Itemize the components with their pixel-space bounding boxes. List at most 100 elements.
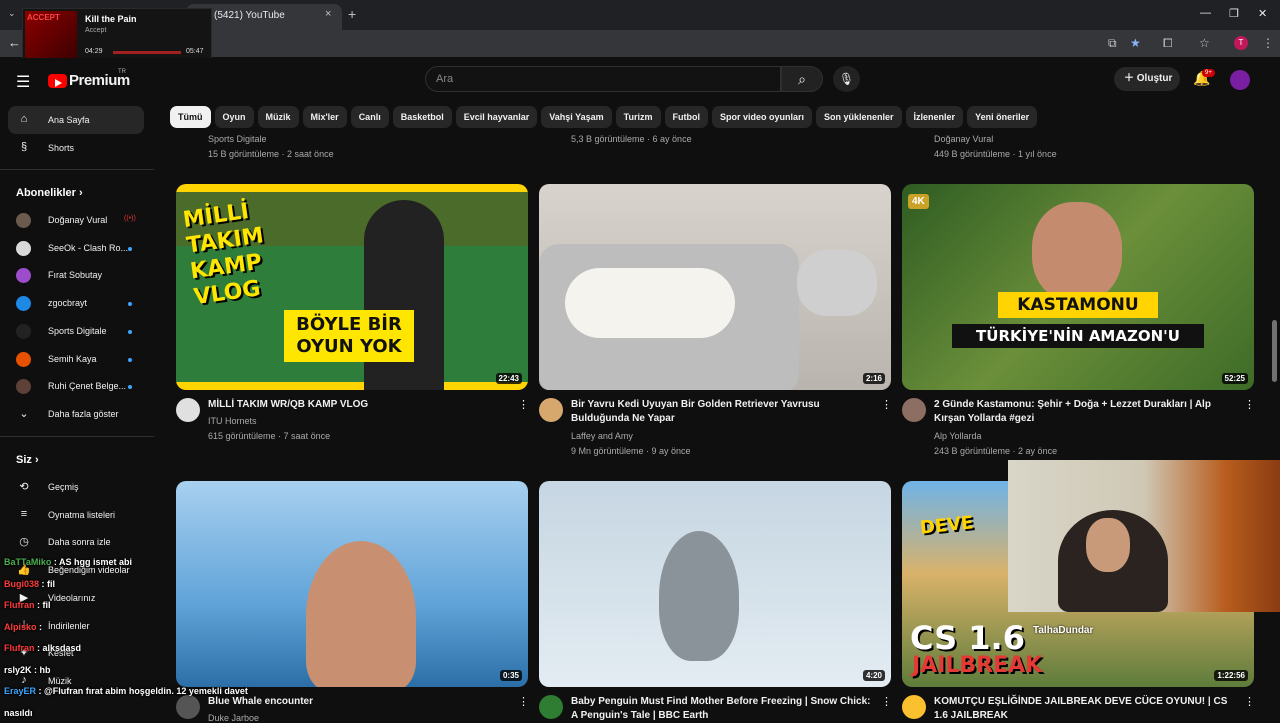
channel-avatar[interactable]: [539, 398, 563, 422]
video-thumbnail[interactable]: 0:35: [176, 481, 528, 687]
channel-avatar: [16, 296, 31, 312]
minimize-icon[interactable]: —: [1200, 7, 1211, 19]
filter-chip[interactable]: Turizm: [615, 106, 661, 128]
restore-icon[interactable]: ❐: [1229, 7, 1239, 20]
video-title[interactable]: 2 Günde Kastamonu: Şehir + Doğa + Lezzet…: [934, 398, 1239, 426]
sidebar-item-label: Ruhi Çenet Belge...: [48, 381, 127, 392]
track-elapsed: 04:29: [85, 48, 103, 55]
thumbnail-person: [1032, 202, 1122, 302]
partial-channel[interactable]: Doğanay Vural: [934, 134, 993, 144]
tab-title: (5421) YouTube: [214, 10, 285, 21]
filter-chip[interactable]: Son yüklenenler: [816, 106, 902, 128]
chat-text: fil: [47, 578, 56, 589]
search-input[interactable]: Ara: [425, 66, 781, 92]
channel-name[interactable]: ITU Hornets: [208, 416, 257, 426]
chat-text: hb: [39, 664, 51, 675]
chat-username: ErayER: [4, 686, 37, 696]
channel-avatar[interactable]: [176, 398, 200, 422]
filter-chip[interactable]: Vahşi Yaşam: [541, 106, 612, 128]
channel-avatar[interactable]: [902, 695, 926, 719]
filter-chip[interactable]: Müzik: [257, 106, 299, 128]
more-options-icon[interactable]: ⋮: [881, 695, 892, 708]
channel-name[interactable]: Alp Yollarda: [934, 431, 982, 441]
video-thumbnail[interactable]: 2:16: [539, 184, 891, 390]
watch-later-icon: ◷: [19, 536, 29, 549]
filter-chip[interactable]: Tümü: [170, 106, 211, 128]
thumbnail-text: BÖYLE BİR OYUN YOK: [284, 310, 414, 362]
thumbnail-text: DEVE: [919, 512, 975, 539]
thumbnail-penguin: [659, 531, 739, 661]
sidebar-item-label: SeeOk - Clash Ro...: [48, 242, 129, 253]
more-options-icon[interactable]: ⋮: [881, 398, 892, 411]
video-thumbnail[interactable]: 4K KASTAMONU TÜRKİYE'NİN AMAZON'U 52:25: [902, 184, 1254, 390]
chat-message: Alpisko :: [4, 621, 43, 632]
video-title[interactable]: MİLLİ TAKIM WR/QB KAMP VLOG: [208, 398, 513, 412]
page-scrollbar[interactable]: [1272, 320, 1277, 382]
new-tab-icon[interactable]: +: [348, 6, 356, 22]
account-avatar[interactable]: [1230, 70, 1250, 90]
more-options-icon[interactable]: ⋮: [1244, 695, 1255, 708]
video-meta: 9 Mn görüntüleme · 9 ay önce: [571, 446, 691, 456]
filter-chip[interactable]: Oyun: [214, 106, 254, 128]
video-title[interactable]: Bir Yavru Kedi Uyuyan Bir Golden Retriev…: [571, 398, 876, 426]
more-options-icon[interactable]: ⋮: [518, 695, 529, 708]
sidebar-item-label: zgocbrayt: [48, 298, 88, 309]
now-playing-widget: ACCEPT Kill the Pain Accept 04:29 05:47: [22, 8, 213, 66]
video-title[interactable]: Blue Whale encounter: [208, 695, 513, 709]
filter-chip[interactable]: Evcil hayvanlar: [455, 106, 538, 128]
close-window-icon[interactable]: ✕: [1258, 7, 1267, 20]
filter-chip[interactable]: Mix'ler: [302, 106, 347, 128]
home-icon: ⌂: [20, 113, 28, 125]
sidebar-item-label: Semih Kaya: [48, 353, 97, 364]
video-thumbnail[interactable]: MİLLİ TAKIM KAMP VLOG BÖYLE BİR OYUN YOK…: [176, 184, 528, 390]
thumbnail-text: JAILBREAK: [912, 653, 1043, 678]
bookmark-star-icon[interactable]: ★: [1130, 36, 1141, 50]
4k-badge: 4K: [908, 194, 929, 209]
chat-username: Alpisko: [4, 621, 37, 632]
tab-close-icon[interactable]: ×: [325, 8, 331, 20]
channel-name[interactable]: Laffey and Amy: [571, 431, 633, 441]
video-thumbnail[interactable]: 4:20: [539, 481, 891, 687]
more-options-icon[interactable]: ⋮: [518, 398, 529, 411]
tab-list-icon[interactable]: ⌄: [8, 8, 16, 19]
channel-avatar: [16, 351, 31, 367]
filter-chip[interactable]: Canlı: [350, 106, 389, 128]
more-options-icon[interactable]: ⋮: [1244, 398, 1255, 411]
bookmarks-icon[interactable]: ☆: [1199, 36, 1210, 50]
channel-avatar[interactable]: [902, 398, 926, 422]
back-arrow-icon[interactable]: ←: [8, 35, 21, 50]
partial-channel[interactable]: Sports Digitale: [208, 134, 267, 144]
video-duration: 0:35: [499, 670, 522, 681]
voice-search-icon[interactable]: 🎙: [833, 66, 860, 92]
filter-chip[interactable]: İzlenenler: [905, 106, 964, 128]
chat-username: Bugi038: [4, 578, 40, 589]
channel-avatar[interactable]: [539, 695, 563, 719]
filter-chip[interactable]: Basketbol: [392, 106, 452, 128]
webcam-face: [1086, 518, 1130, 572]
video-duration: 2:16: [862, 373, 885, 384]
thumbnail-text: CS 1.6: [910, 619, 1025, 657]
channel-avatar[interactable]: [176, 695, 200, 719]
subscriptions-header[interactable]: Abonelikler ›: [16, 187, 83, 199]
filter-chip[interactable]: Yeni öneriler: [967, 106, 1038, 128]
create-button[interactable]: ＋ Oluştur: [1114, 67, 1180, 91]
video-duration: 52:25: [1221, 373, 1248, 384]
install-icon[interactable]: ⧉: [1108, 36, 1117, 51]
video-meta: 243 B görüntüleme · 2 ay önce: [934, 446, 1058, 456]
new-content-dot: [128, 246, 132, 251]
channel-name[interactable]: Duke Jarboe: [208, 713, 259, 723]
filter-chip[interactable]: Spor video oyunları: [712, 106, 813, 128]
chrome-menu-icon[interactable]: ⋮: [1262, 36, 1274, 50]
extensions-icon[interactable]: ⧠: [1163, 36, 1173, 51]
profile-avatar[interactable]: T: [1234, 36, 1248, 50]
chat-text: fil: [42, 600, 51, 610]
partial-meta: 15 B görüntüleme · 2 saat önce: [208, 149, 334, 159]
video-title[interactable]: KOMUTÇU EŞLİĞİNDE JAILBREAK DEVE CÜCE OY…: [934, 695, 1239, 723]
you-header[interactable]: Siz ›: [16, 454, 39, 466]
menu-icon[interactable]: ☰: [16, 72, 30, 92]
channel-avatar: [16, 213, 31, 228]
filter-chip[interactable]: Futbol: [664, 106, 708, 128]
search-button[interactable]: ⌕: [781, 66, 823, 92]
live-icon: ((•)): [124, 215, 136, 222]
video-title[interactable]: Baby Penguin Must Find Mother Before Fre…: [571, 695, 876, 723]
